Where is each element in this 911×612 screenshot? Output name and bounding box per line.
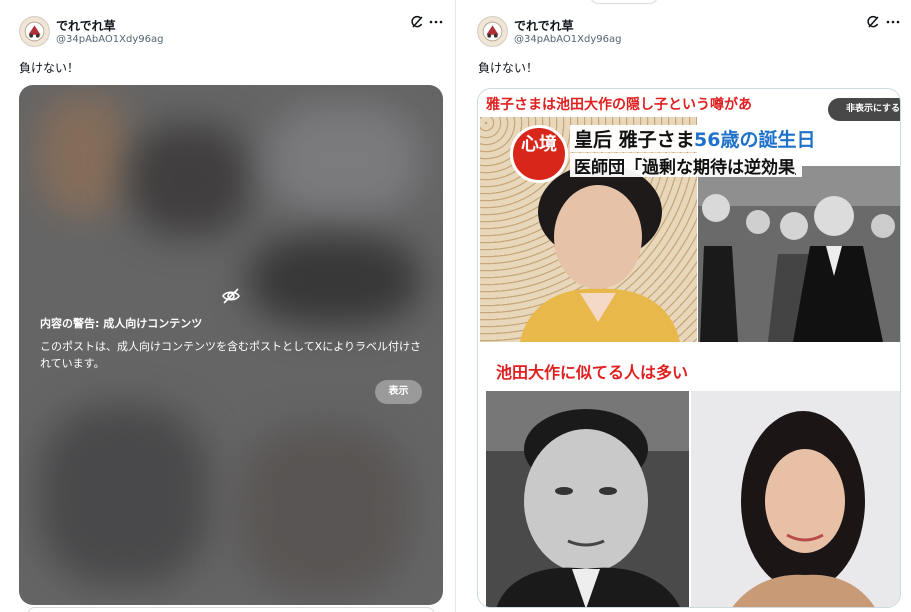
post-image[interactable]: 雅子さまは池田大作の隠し子という噂があ 非表示にする 心境 皇后 雅子さま 56… — [477, 88, 901, 608]
display-name[interactable]: でれでれ草 — [514, 17, 574, 34]
caption-line1-blue: 56歳の誕生日 — [694, 129, 816, 151]
warning-body: このポストは、成人向けコンテンツを含むポストとしてXによりラベル付けされています… — [40, 340, 421, 370]
hide-media-button[interactable]: 非表示にする — [828, 98, 900, 121]
avatar[interactable] — [19, 16, 50, 47]
photo-woman — [691, 391, 900, 607]
post-text: 負けない！ — [19, 61, 80, 75]
sensitive-media[interactable]: 内容の警告: 成人向けコンテンツ このポストは、成人向けコンテンツを含むポストと… — [19, 85, 443, 605]
headline-bottom: 池田大作に似てる人は多い — [496, 363, 689, 382]
eye-off-icon — [221, 286, 241, 306]
display-name[interactable]: でれでれ草 — [56, 17, 116, 34]
post-text: 負けない！ — [478, 61, 539, 75]
next-card-edge — [27, 607, 435, 612]
grok-icon[interactable] — [409, 14, 425, 30]
user-handle[interactable]: @34pAbAO1Xdy96ag — [514, 34, 621, 45]
avatar[interactable] — [477, 16, 508, 47]
show-media-button[interactable]: 表示 — [375, 380, 422, 404]
warning-title: 内容の警告: 成人向けコンテンツ — [40, 317, 203, 330]
user-handle[interactable]: @34pAbAO1Xdy96ag — [56, 34, 163, 45]
post-right[interactable]: でれでれ草 @34pAbAO1Xdy96ag 負けない！ 雅子さまは池田大作の隠… — [456, 0, 911, 612]
more-icon[interactable] — [428, 14, 444, 30]
caption-line1: 皇后 雅子さま — [574, 129, 695, 151]
caption-line2: 医師団「過剰な期待は逆効果」 — [574, 158, 796, 177]
post-left[interactable]: でれでれ草 @34pAbAO1Xdy96ag 負けない！ 内容の警告: 成人向け… — [0, 0, 455, 612]
grok-icon[interactable] — [865, 14, 881, 30]
badge: 心境 — [510, 125, 568, 183]
photo-man-bw — [486, 391, 689, 607]
headline-top: 雅子さまは池田大作の隠し子という噂があ — [486, 97, 752, 113]
more-icon[interactable] — [885, 14, 901, 30]
photo-men-bw — [698, 166, 900, 342]
